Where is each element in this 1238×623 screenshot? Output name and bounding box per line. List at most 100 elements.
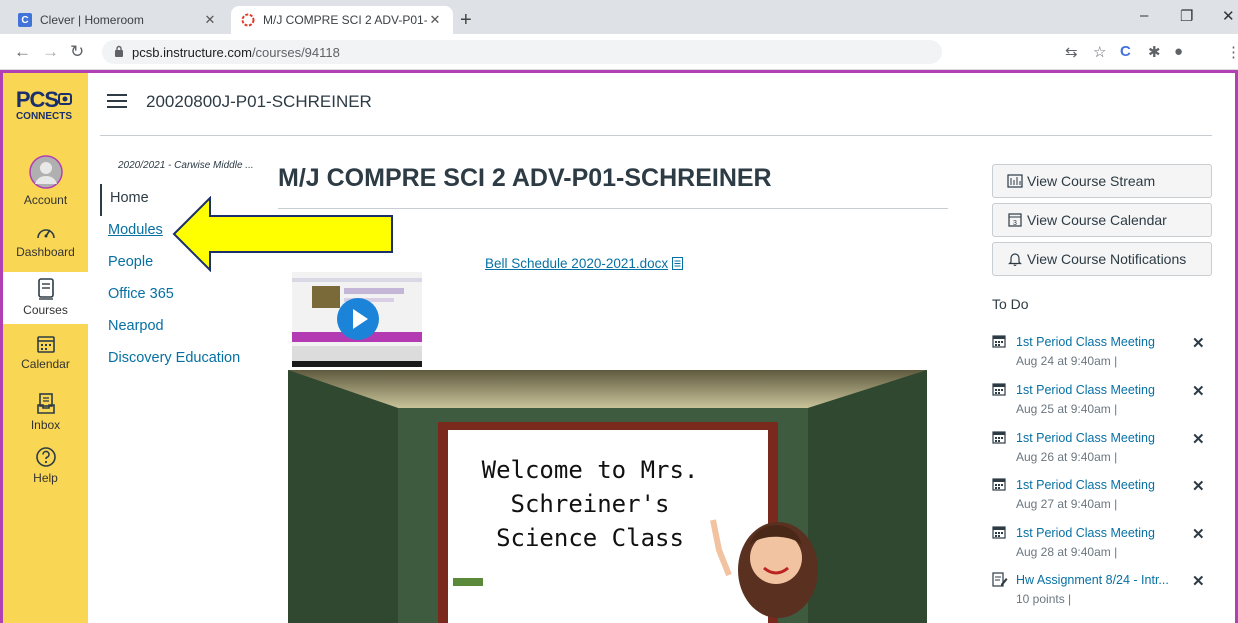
- profile-icon[interactable]: ●: [1174, 43, 1183, 60]
- nav-account[interactable]: Account: [3, 154, 88, 207]
- logo-mark-icon: [58, 93, 73, 105]
- todo-title[interactable]: 1st Period Class Meeting: [1016, 335, 1155, 349]
- close-tab-icon[interactable]: ✕: [427, 12, 443, 28]
- nav-label: Calendar: [21, 357, 70, 371]
- course-nav-discovery-education[interactable]: Discovery Education: [100, 344, 270, 376]
- nav-help[interactable]: Help: [3, 446, 88, 485]
- play-icon: [353, 309, 368, 329]
- calendar-icon: [992, 335, 1006, 348]
- todo-item[interactable]: 1st Period Class Meeting Aug 25 at 9:40a…: [992, 380, 1212, 428]
- view-course-calendar-button[interactable]: 3 View Course Calendar: [992, 203, 1212, 237]
- account-avatar-icon: [28, 155, 63, 189]
- play-button[interactable]: [337, 298, 379, 340]
- dismiss-icon[interactable]: ✕: [1192, 430, 1205, 448]
- todo-subtitle: Aug 24 at 9:40am |: [1016, 354, 1118, 368]
- course-nav-nearpod[interactable]: Nearpod: [100, 312, 270, 344]
- hamburger-menu-icon[interactable]: [107, 94, 127, 108]
- bookmark-star-icon[interactable]: ☆: [1093, 43, 1106, 61]
- clever-extension-icon[interactable]: C: [1120, 43, 1131, 60]
- button-label: View Course Calendar: [1027, 212, 1167, 228]
- nav-inbox[interactable]: Inbox: [3, 393, 88, 432]
- tab-title: M/J COMPRE SCI 2 ADV-P01-SCH: [263, 13, 427, 27]
- nav-courses[interactable]: Courses: [3, 272, 88, 324]
- dismiss-icon[interactable]: ✕: [1192, 572, 1205, 590]
- dismiss-icon[interactable]: ✕: [1192, 477, 1205, 495]
- todo-subtitle: 10 points |: [1016, 592, 1072, 606]
- tab-clever[interactable]: C Clever | Homeroom ✕: [8, 6, 228, 34]
- translate-icon[interactable]: ⇆: [1065, 43, 1078, 61]
- extensions-puzzle-icon[interactable]: ✱: [1148, 43, 1161, 61]
- logo-text: PCS: [15, 87, 59, 112]
- calendar-icon: [36, 336, 55, 353]
- url-field[interactable]: pcsb.instructure.com/courses/94118: [102, 40, 942, 64]
- tab-title: Clever | Homeroom: [40, 13, 144, 27]
- url-host: pcsb.instructure.com: [132, 44, 252, 60]
- browser-tab-bar: C Clever | Homeroom ✕ M/J COMPRE SCI 2 A…: [0, 0, 1238, 34]
- view-course-stream-button[interactable]: View Course Stream: [992, 164, 1212, 198]
- pcs-connects-logo[interactable]: PCS CONNECTS: [6, 89, 82, 129]
- nav-dashboard[interactable]: Dashboard: [3, 222, 88, 259]
- bell-schedule-link[interactable]: Bell Schedule 2020-2021.docx: [485, 256, 684, 271]
- todo-subtitle: Aug 26 at 9:40am |: [1016, 450, 1118, 464]
- minimize-icon[interactable]: –: [1140, 7, 1148, 24]
- todo-item[interactable]: 1st Period Class Meeting Aug 27 at 9:40a…: [992, 475, 1212, 523]
- todo-item[interactable]: 1st Period Class Meeting Aug 26 at 9:40a…: [992, 428, 1212, 476]
- welcome-line: Schreiner's: [510, 490, 670, 518]
- assignment-icon: [992, 572, 1008, 587]
- calendar-icon: [992, 383, 1006, 396]
- course-nav-office365[interactable]: Office 365: [100, 280, 270, 312]
- lock-icon: [115, 45, 123, 57]
- button-label: View Course Stream: [1027, 173, 1156, 189]
- bell-icon: [1008, 253, 1022, 266]
- todo-title[interactable]: 1st Period Class Meeting: [1016, 478, 1155, 492]
- calendar-icon: 3: [1008, 213, 1022, 227]
- button-label: View Course Notifications: [1027, 251, 1187, 267]
- nav-calendar[interactable]: Calendar: [3, 334, 88, 371]
- inbox-icon: [36, 393, 55, 414]
- todo-title[interactable]: Hw Assignment 8/24 - Intr...: [1016, 573, 1169, 587]
- bell-schedule-text: Bell Schedule 2020-2021.docx: [485, 256, 669, 271]
- term-label: 2020/2021 - Carwise Middle ...: [118, 160, 254, 171]
- dismiss-icon[interactable]: ✕: [1192, 382, 1205, 400]
- todo-title[interactable]: 1st Period Class Meeting: [1016, 431, 1155, 445]
- help-icon: [35, 447, 56, 467]
- clever-icon: C: [18, 13, 32, 27]
- svg-text:3: 3: [1013, 220, 1017, 227]
- dismiss-icon[interactable]: ✕: [1192, 525, 1205, 543]
- todo-heading: To Do: [992, 296, 1029, 312]
- document-preview-icon[interactable]: [672, 257, 684, 270]
- reload-icon[interactable]: ↻: [70, 42, 84, 62]
- breadcrumb[interactable]: 20020800J-P01-SCHREINER: [146, 92, 372, 112]
- todo-title[interactable]: 1st Period Class Meeting: [1016, 526, 1155, 540]
- close-tab-icon[interactable]: ✕: [202, 12, 218, 28]
- url-path: /courses/94118: [251, 44, 340, 60]
- back-icon[interactable]: ←: [14, 42, 31, 62]
- welcome-line: Science Class: [496, 524, 684, 552]
- canvas-icon: [241, 13, 255, 27]
- dismiss-icon[interactable]: ✕: [1192, 334, 1205, 352]
- calendar-icon: [992, 431, 1006, 444]
- view-course-notifications-button[interactable]: View Course Notifications: [992, 242, 1212, 276]
- todo-item[interactable]: 1st Period Class Meeting Aug 28 at 9:40a…: [992, 523, 1212, 571]
- restore-icon[interactable]: ❐: [1180, 7, 1193, 25]
- forward-icon[interactable]: →: [42, 42, 59, 62]
- todo-item[interactable]: Hw Assignment 8/24 - Intr... 10 points |…: [992, 570, 1212, 618]
- calendar-icon: [992, 478, 1006, 491]
- todo-subtitle: Aug 27 at 9:40am |: [1016, 497, 1118, 511]
- todo-item[interactable]: 1st Period Class Meeting Aug 24 at 9:40a…: [992, 332, 1212, 380]
- close-window-icon[interactable]: ✕: [1222, 7, 1235, 25]
- stream-icon: [1007, 174, 1023, 188]
- todo-title[interactable]: 1st Period Class Meeting: [1016, 383, 1155, 397]
- tab-course[interactable]: M/J COMPRE SCI 2 ADV-P01-SCH ✕: [231, 6, 453, 34]
- todo-subtitle: Aug 25 at 9:40am |: [1016, 402, 1118, 416]
- address-bar-row: ← → ↻ pcsb.instructure.com/courses/94118…: [0, 34, 1238, 70]
- nav-label: Account: [23, 193, 68, 207]
- nav-label: Inbox: [30, 418, 61, 432]
- new-tab-button[interactable]: +: [460, 9, 472, 32]
- header-divider: [100, 135, 1212, 136]
- nav-label: Dashboard: [16, 245, 75, 259]
- nav-label: Help: [33, 471, 58, 485]
- calendar-icon: [992, 526, 1006, 539]
- welcome-line: Welcome to Mrs.: [481, 456, 699, 484]
- browser-menu-icon[interactable]: ⋮: [1226, 43, 1238, 61]
